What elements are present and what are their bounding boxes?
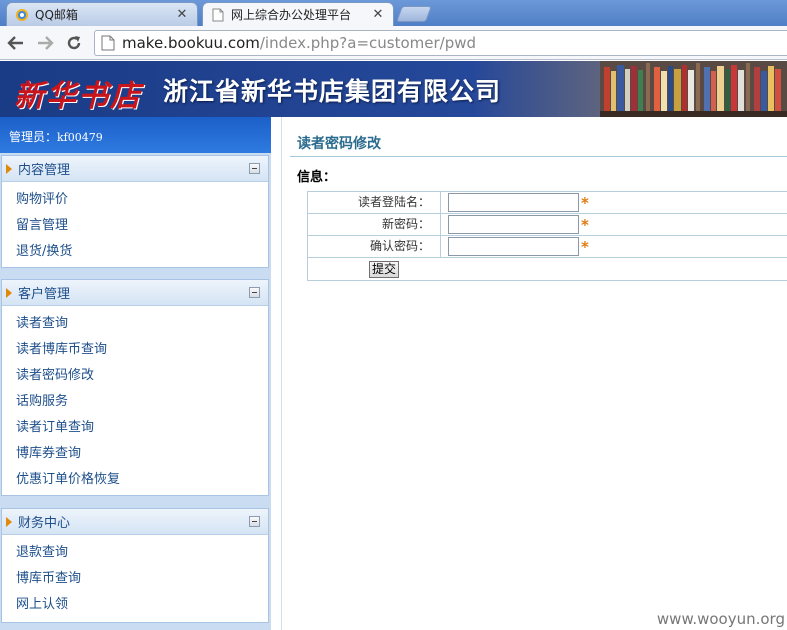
sidebar-item-coupon-query[interactable]: 博库券查询 xyxy=(16,445,268,471)
xinhua-logo: 新华书店 xyxy=(14,79,142,114)
url-text: make.bookuu.com/index.php?a=customer/pwd xyxy=(122,34,476,52)
panel-finance-center: 财务中心 退款查询 博库币查询 网上认领 xyxy=(1,508,269,623)
page-favicon-icon xyxy=(212,8,224,21)
back-arrow-icon[interactable] xyxy=(5,32,27,54)
sidebar-item-phone-order[interactable]: 话购服务 xyxy=(16,393,268,419)
sidebar-item-reader-password[interactable]: 读者密码修改 xyxy=(16,367,268,393)
panel-customer-management: 客户管理 读者查询 读者博库币查询 读者密码修改 话购服务 读者订单查询 博库券… xyxy=(1,279,269,496)
close-tab-icon[interactable]: ✕ xyxy=(175,7,189,22)
form-row-login-name: 读者登陆名： * xyxy=(308,192,787,214)
new-tab-button[interactable] xyxy=(396,6,432,22)
password-form: 读者登陆名： * 新密码： * 确认密码： * 提交 xyxy=(307,191,787,281)
watermark: www.wooyun.org xyxy=(656,610,785,628)
url-host: make.bookuu.com xyxy=(122,34,260,52)
url-path: /index.php?a=customer/pwd xyxy=(259,34,477,52)
required-mark: * xyxy=(581,215,589,234)
form-row-confirm-password: 确认密码： * xyxy=(308,236,787,258)
sidebar-item-price-restore[interactable]: 优惠订单价格恢复 xyxy=(16,471,268,497)
submit-button[interactable]: 提交 xyxy=(369,260,400,278)
info-label: 信息： xyxy=(297,170,337,185)
triangle-right-icon xyxy=(6,163,12,174)
qq-mail-favicon-icon xyxy=(16,8,28,21)
tab-title: 网上综合办公处理平台 xyxy=(231,8,352,22)
panel-header[interactable]: 客户管理 xyxy=(2,280,268,306)
company-name: 浙江省新华书店集团有限公司 xyxy=(163,77,502,106)
sidebar-item-online-claim[interactable]: 网上认领 xyxy=(16,596,268,622)
collapse-icon[interactable] xyxy=(249,163,260,174)
tab-title: QQ邮箱 xyxy=(35,8,78,22)
site-banner: 新华书店 浙江省新华书店集团有限公司 xyxy=(0,61,787,117)
field-label: 确认密码： xyxy=(308,236,441,257)
admin-info: 管理员：kf00479 xyxy=(0,117,271,153)
collapse-icon[interactable] xyxy=(249,287,260,298)
triangle-right-icon xyxy=(6,516,12,527)
page-title: 读者密码修改 xyxy=(297,136,381,152)
browser-toolbar: make.bookuu.com/index.php?a=customer/pwd xyxy=(0,26,787,60)
form-row-submit: 提交 xyxy=(308,258,787,280)
sidebar-item-order-query[interactable]: 读者订单查询 xyxy=(16,419,268,445)
sidebar-item-coin-query[interactable]: 博库币查询 xyxy=(16,570,268,596)
panel-header[interactable]: 财务中心 xyxy=(2,509,268,535)
panel-header[interactable]: 内容管理 xyxy=(2,156,268,182)
collapse-icon[interactable] xyxy=(249,516,260,527)
login-name-input[interactable] xyxy=(448,193,579,212)
sidebar-item-messages[interactable]: 留言管理 xyxy=(16,217,268,243)
form-row-new-password: 新密码： * xyxy=(308,214,787,236)
required-mark: * xyxy=(581,237,589,256)
sidebar-item-returns[interactable]: 退货/换货 xyxy=(16,243,268,269)
sidebar-item-reader-coin-query[interactable]: 读者博库币查询 xyxy=(16,341,268,367)
confirm-password-input[interactable] xyxy=(448,237,579,256)
field-label: 读者登陆名： xyxy=(308,192,441,213)
panel-title: 客户管理 xyxy=(18,287,71,302)
required-mark: * xyxy=(581,193,589,212)
panel-title: 财务中心 xyxy=(18,516,71,531)
new-password-input[interactable] xyxy=(448,215,579,234)
bookshelf-image xyxy=(600,61,787,117)
main-content: 读者密码修改 信息： 读者登陆名： * 新密码： * 确认密码： * 提交 xyxy=(281,117,787,630)
close-tab-icon[interactable]: ✕ xyxy=(371,7,385,22)
admin-name: kf00479 xyxy=(57,131,103,144)
forward-arrow-icon[interactable] xyxy=(34,32,56,54)
sidebar: 管理员：kf00479 内容管理 购物评价 留言管理 退货/换货 客户管理 读者… xyxy=(0,117,271,630)
sidebar-item-reader-query[interactable]: 读者查询 xyxy=(16,315,268,341)
page-icon xyxy=(101,35,115,51)
address-bar[interactable]: make.bookuu.com/index.php?a=customer/pwd xyxy=(94,30,787,56)
admin-label: 管理员： xyxy=(9,130,58,144)
sidebar-item-refund-query[interactable]: 退款查询 xyxy=(16,544,268,570)
triangle-right-icon xyxy=(6,287,12,298)
sidebar-item-shopping-reviews[interactable]: 购物评价 xyxy=(16,191,268,217)
panel-content-management: 内容管理 购物评价 留言管理 退货/换货 xyxy=(1,155,269,268)
reload-icon[interactable] xyxy=(63,32,85,54)
title-divider xyxy=(290,156,787,157)
browser-tab-strip: QQ邮箱 ✕ 网上综合办公处理平台 ✕ xyxy=(0,0,787,26)
panel-title: 内容管理 xyxy=(18,163,71,178)
browser-tab-qqmail[interactable]: QQ邮箱 ✕ xyxy=(6,2,198,26)
field-label: 新密码： xyxy=(308,214,441,235)
browser-tab-office-platform[interactable]: 网上综合办公处理平台 ✕ xyxy=(202,2,394,26)
